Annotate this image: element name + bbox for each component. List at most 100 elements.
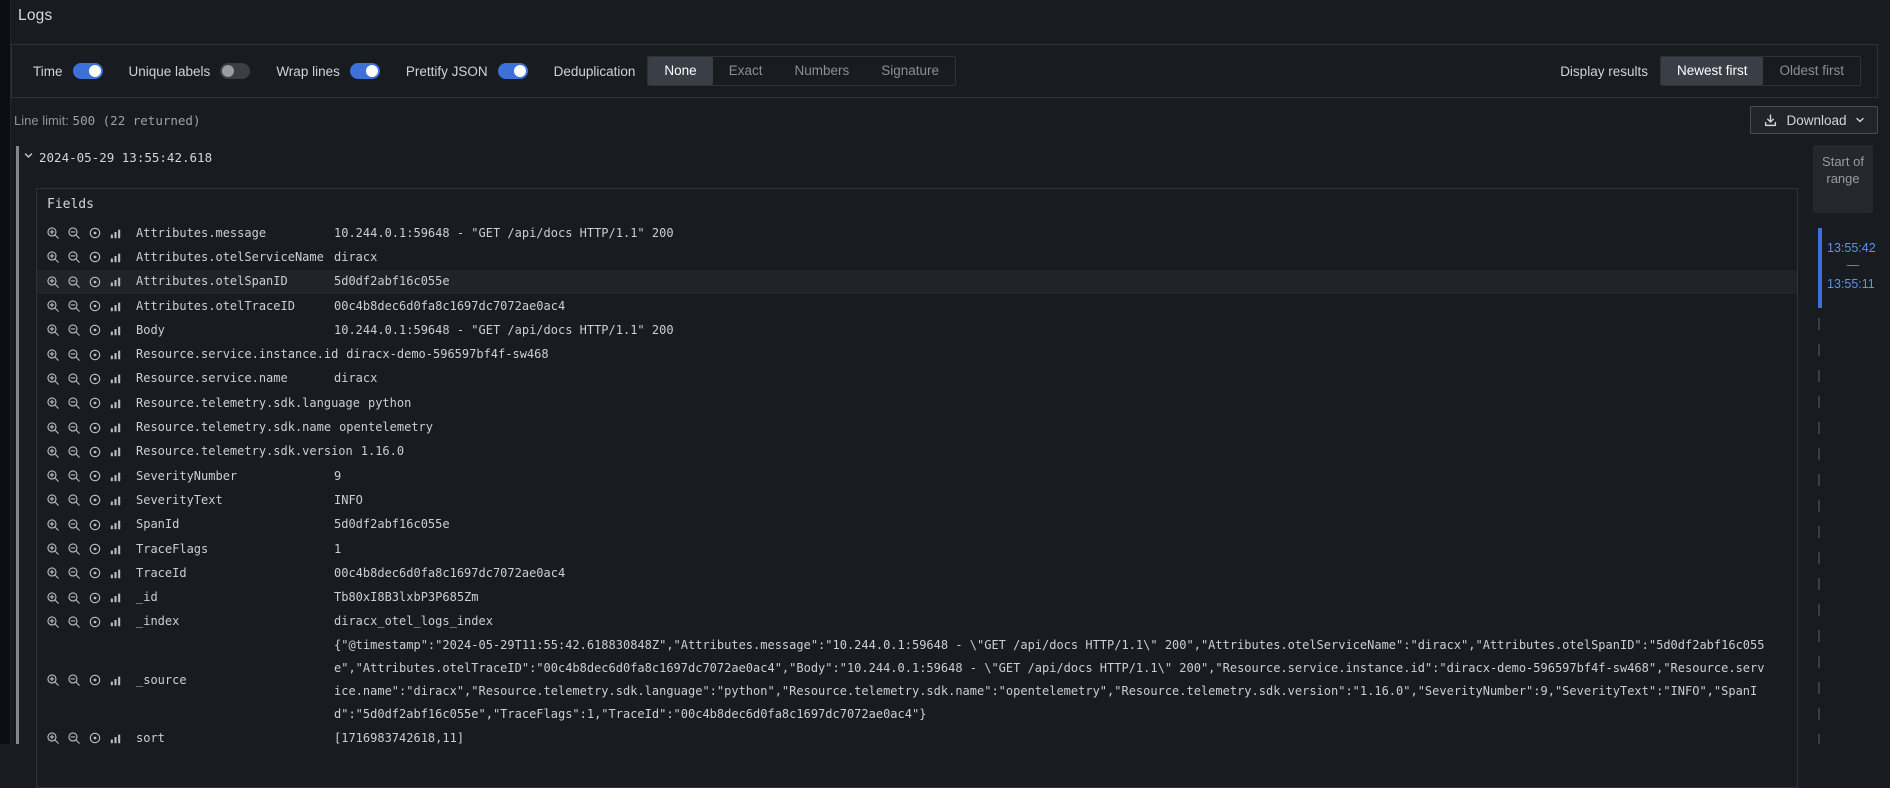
bar-chart-icon[interactable] bbox=[109, 518, 123, 532]
dedup-numbers[interactable]: Numbers bbox=[778, 57, 865, 85]
magnifier-minus-icon[interactable] bbox=[67, 396, 81, 410]
eye-icon[interactable] bbox=[88, 372, 102, 386]
magnifier-minus-icon[interactable] bbox=[67, 518, 81, 532]
bar-chart-icon[interactable] bbox=[109, 275, 123, 289]
magnifier-plus-icon[interactable] bbox=[46, 275, 60, 289]
magnifier-minus-icon[interactable] bbox=[67, 673, 81, 687]
sort-oldest-first[interactable]: Oldest first bbox=[1763, 57, 1860, 85]
eye-icon[interactable] bbox=[88, 469, 102, 483]
toggle-wrap-lines: Wrap lines bbox=[276, 63, 380, 79]
bar-chart-icon[interactable] bbox=[109, 250, 123, 264]
field-row: SpanId 5d0df2abf16c055e bbox=[37, 513, 1797, 537]
magnifier-plus-icon[interactable] bbox=[46, 348, 60, 362]
bar-chart-icon[interactable] bbox=[109, 445, 123, 459]
magnifier-minus-icon[interactable] bbox=[67, 250, 81, 264]
eye-icon[interactable] bbox=[88, 275, 102, 289]
magnifier-plus-icon[interactable] bbox=[46, 615, 60, 629]
eye-icon[interactable] bbox=[88, 591, 102, 605]
magnifier-minus-icon[interactable] bbox=[67, 445, 81, 459]
magnifier-minus-icon[interactable] bbox=[67, 323, 81, 337]
eye-icon[interactable] bbox=[88, 731, 102, 745]
bar-chart-icon[interactable] bbox=[109, 226, 123, 240]
bar-chart-icon[interactable] bbox=[109, 615, 123, 629]
eye-icon[interactable] bbox=[88, 226, 102, 240]
field-value: 00c4b8dec6d0fa8c1697dc7072ae0ac4 bbox=[334, 295, 1785, 318]
bar-chart-icon[interactable] bbox=[109, 731, 123, 745]
bar-chart-icon[interactable] bbox=[109, 566, 123, 580]
magnifier-plus-icon[interactable] bbox=[46, 518, 60, 532]
magnifier-minus-icon[interactable] bbox=[67, 275, 81, 289]
magnifier-plus-icon[interactable] bbox=[46, 372, 60, 386]
bar-chart-icon[interactable] bbox=[109, 372, 123, 386]
magnifier-plus-icon[interactable] bbox=[46, 566, 60, 580]
magnifier-minus-icon[interactable] bbox=[67, 348, 81, 362]
eye-icon[interactable] bbox=[88, 421, 102, 435]
eye-icon[interactable] bbox=[88, 542, 102, 556]
field-name: Attributes.otelServiceName bbox=[136, 246, 334, 269]
magnifier-minus-icon[interactable] bbox=[67, 542, 81, 556]
bar-chart-icon[interactable] bbox=[109, 421, 123, 435]
eye-icon[interactable] bbox=[88, 673, 102, 687]
toggle-switch[interactable] bbox=[498, 63, 528, 79]
field-name: Body bbox=[136, 319, 334, 342]
magnifier-minus-icon[interactable] bbox=[67, 591, 81, 605]
eye-icon[interactable] bbox=[88, 566, 102, 580]
sort-newest-first[interactable]: Newest first bbox=[1661, 57, 1764, 85]
bar-chart-icon[interactable] bbox=[109, 493, 123, 507]
eye-icon[interactable] bbox=[88, 396, 102, 410]
dedup-none[interactable]: None bbox=[648, 57, 712, 85]
magnifier-plus-icon[interactable] bbox=[46, 542, 60, 556]
magnifier-minus-icon[interactable] bbox=[67, 615, 81, 629]
magnifier-plus-icon[interactable] bbox=[46, 469, 60, 483]
magnifier-plus-icon[interactable] bbox=[46, 396, 60, 410]
eye-icon[interactable] bbox=[88, 493, 102, 507]
magnifier-minus-icon[interactable] bbox=[67, 493, 81, 507]
bar-chart-icon[interactable] bbox=[109, 396, 123, 410]
magnifier-plus-icon[interactable] bbox=[46, 731, 60, 745]
magnifier-plus-icon[interactable] bbox=[46, 421, 60, 435]
toggle-switch[interactable] bbox=[73, 63, 103, 79]
field-row: Body 10.244.0.1:59648 - "GET /api/docs H… bbox=[37, 318, 1797, 342]
magnifier-minus-icon[interactable] bbox=[67, 226, 81, 240]
magnifier-minus-icon[interactable] bbox=[67, 299, 81, 313]
eye-icon[interactable] bbox=[88, 250, 102, 264]
toggle-knob bbox=[366, 65, 378, 77]
magnifier-minus-icon[interactable] bbox=[67, 469, 81, 483]
toggle-switch[interactable] bbox=[220, 63, 250, 79]
magnifier-plus-icon[interactable] bbox=[46, 226, 60, 240]
field-row-actions bbox=[45, 591, 127, 605]
download-button[interactable]: Download bbox=[1750, 106, 1878, 134]
magnifier-plus-icon[interactable] bbox=[46, 493, 60, 507]
bar-chart-icon[interactable] bbox=[109, 673, 123, 687]
bar-chart-icon[interactable] bbox=[109, 542, 123, 556]
magnifier-plus-icon[interactable] bbox=[46, 673, 60, 687]
eye-icon[interactable] bbox=[88, 518, 102, 532]
bar-chart-icon[interactable] bbox=[109, 299, 123, 313]
magnifier-minus-icon[interactable] bbox=[67, 372, 81, 386]
range-separator: — bbox=[1827, 258, 1879, 272]
log-row-header[interactable]: 2024-05-29 13:55:42.618 bbox=[23, 148, 212, 166]
eye-icon[interactable] bbox=[88, 615, 102, 629]
bar-chart-icon[interactable] bbox=[109, 348, 123, 362]
bar-chart-icon[interactable] bbox=[109, 591, 123, 605]
toggle-switch[interactable] bbox=[350, 63, 380, 79]
dedup-exact[interactable]: Exact bbox=[713, 57, 779, 85]
magnifier-plus-icon[interactable] bbox=[46, 250, 60, 264]
magnifier-minus-icon[interactable] bbox=[67, 731, 81, 745]
magnifier-plus-icon[interactable] bbox=[46, 299, 60, 313]
magnifier-minus-icon[interactable] bbox=[67, 421, 81, 435]
eye-icon[interactable] bbox=[88, 323, 102, 337]
magnifier-minus-icon[interactable] bbox=[67, 566, 81, 580]
eye-icon[interactable] bbox=[88, 299, 102, 313]
field-value: diracx bbox=[334, 367, 1785, 390]
magnifier-plus-icon[interactable] bbox=[46, 591, 60, 605]
eye-icon[interactable] bbox=[88, 348, 102, 362]
field-value: [1716983742618,11] bbox=[334, 727, 1785, 750]
magnifier-plus-icon[interactable] bbox=[46, 445, 60, 459]
dedup-signature[interactable]: Signature bbox=[865, 57, 955, 85]
magnifier-plus-icon[interactable] bbox=[46, 323, 60, 337]
bar-chart-icon[interactable] bbox=[109, 323, 123, 337]
bar-chart-icon[interactable] bbox=[109, 469, 123, 483]
eye-icon[interactable] bbox=[88, 445, 102, 459]
field-name: Resource.service.name bbox=[136, 367, 334, 390]
